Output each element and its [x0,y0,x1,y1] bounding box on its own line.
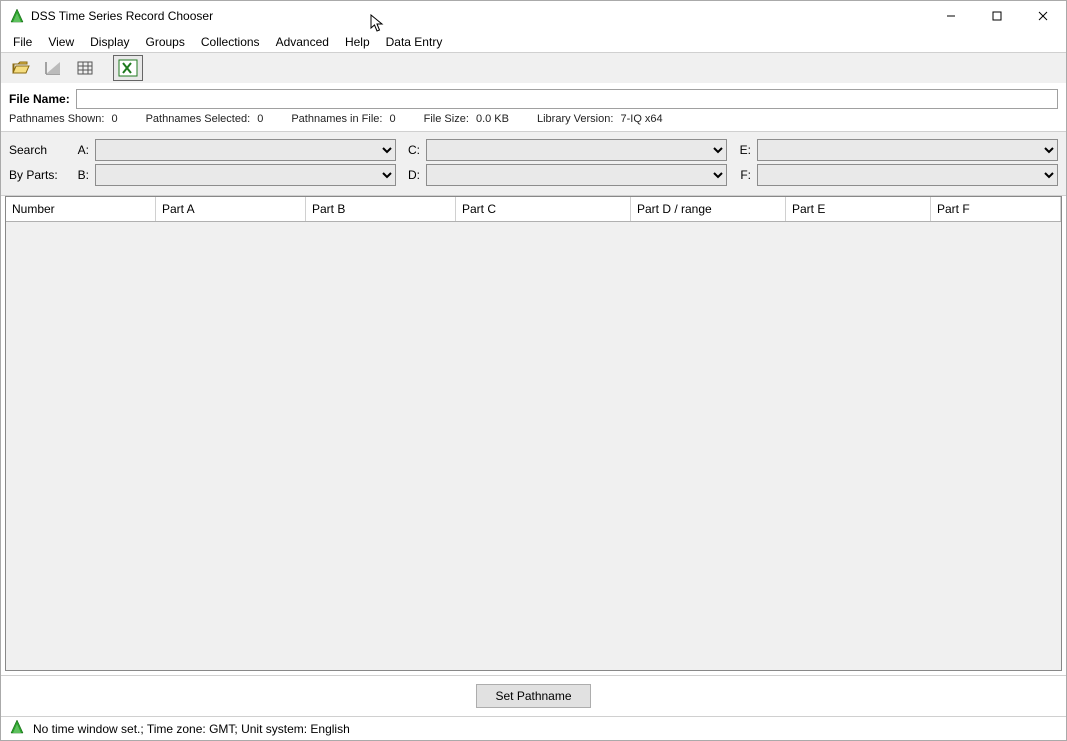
stat-filesize: File Size: 0.0 KB [424,113,509,125]
filename-input[interactable] [76,89,1058,109]
menu-bar: File View Display Groups Collections Adv… [1,31,1066,53]
table-body[interactable] [6,222,1061,670]
menu-groups[interactable]: Groups [138,33,193,51]
part-c-select[interactable] [426,139,727,161]
search-by-parts: Search A: C: E: By Parts: B: D: F: [1,131,1066,196]
pathnames-table: Number Part A Part B Part C Part D / ran… [5,196,1062,671]
menu-advanced[interactable]: Advanced [268,33,337,51]
menu-collections[interactable]: Collections [193,33,268,51]
window-title: DSS Time Series Record Chooser [31,9,213,23]
stats-row: Pathnames Shown: 0 Pathnames Selected: 0… [1,113,1066,131]
menu-display[interactable]: Display [82,33,137,51]
search-label-1: Search [9,143,65,157]
part-e-label: E: [733,143,751,157]
status-text: No time window set.; Time zone: GMT; Uni… [33,722,350,736]
part-d-label: D: [402,168,420,182]
filename-row: File Name: [1,83,1066,113]
close-button[interactable] [1020,1,1066,31]
open-file-button[interactable] [7,56,35,80]
part-f-select[interactable] [757,164,1058,186]
part-a-label: A: [71,143,89,157]
col-part-e[interactable]: Part E [786,197,931,221]
status-bar: No time window set.; Time zone: GMT; Uni… [1,716,1066,740]
part-c-label: C: [402,143,420,157]
button-row: Set Pathname [1,675,1066,716]
part-a-select[interactable] [95,139,396,161]
plot-button[interactable] [39,56,67,80]
col-number[interactable]: Number [6,197,156,221]
table-button[interactable] [71,56,99,80]
part-e-select[interactable] [757,139,1058,161]
part-b-label: B: [71,168,89,182]
toolbar [1,53,1066,83]
menu-file[interactable]: File [5,33,40,51]
part-f-label: F: [733,168,751,182]
part-b-select[interactable] [95,164,396,186]
filename-label: File Name: [9,92,70,106]
minimize-button[interactable] [928,1,974,31]
title-bar: DSS Time Series Record Chooser [1,1,1066,31]
maximize-button[interactable] [974,1,1020,31]
col-part-c[interactable]: Part C [456,197,631,221]
menu-view[interactable]: View [40,33,82,51]
stat-infile: Pathnames in File: 0 [291,113,395,125]
menu-help[interactable]: Help [337,33,378,51]
col-part-d[interactable]: Part D / range [631,197,786,221]
menu-data-entry[interactable]: Data Entry [378,33,451,51]
part-d-select[interactable] [426,164,727,186]
excel-export-button[interactable] [113,55,143,81]
status-icon [9,719,25,738]
col-part-f[interactable]: Part F [931,197,1061,221]
table-header: Number Part A Part B Part C Part D / ran… [6,197,1061,222]
col-part-b[interactable]: Part B [306,197,456,221]
app-icon [9,8,25,24]
stat-libversion: Library Version: 7-IQ x64 [537,113,663,125]
col-part-a[interactable]: Part A [156,197,306,221]
set-pathname-button[interactable]: Set Pathname [476,684,590,708]
stat-selected: Pathnames Selected: 0 [146,113,264,125]
search-label-2: By Parts: [9,168,65,182]
stat-shown: Pathnames Shown: 0 [9,113,118,125]
